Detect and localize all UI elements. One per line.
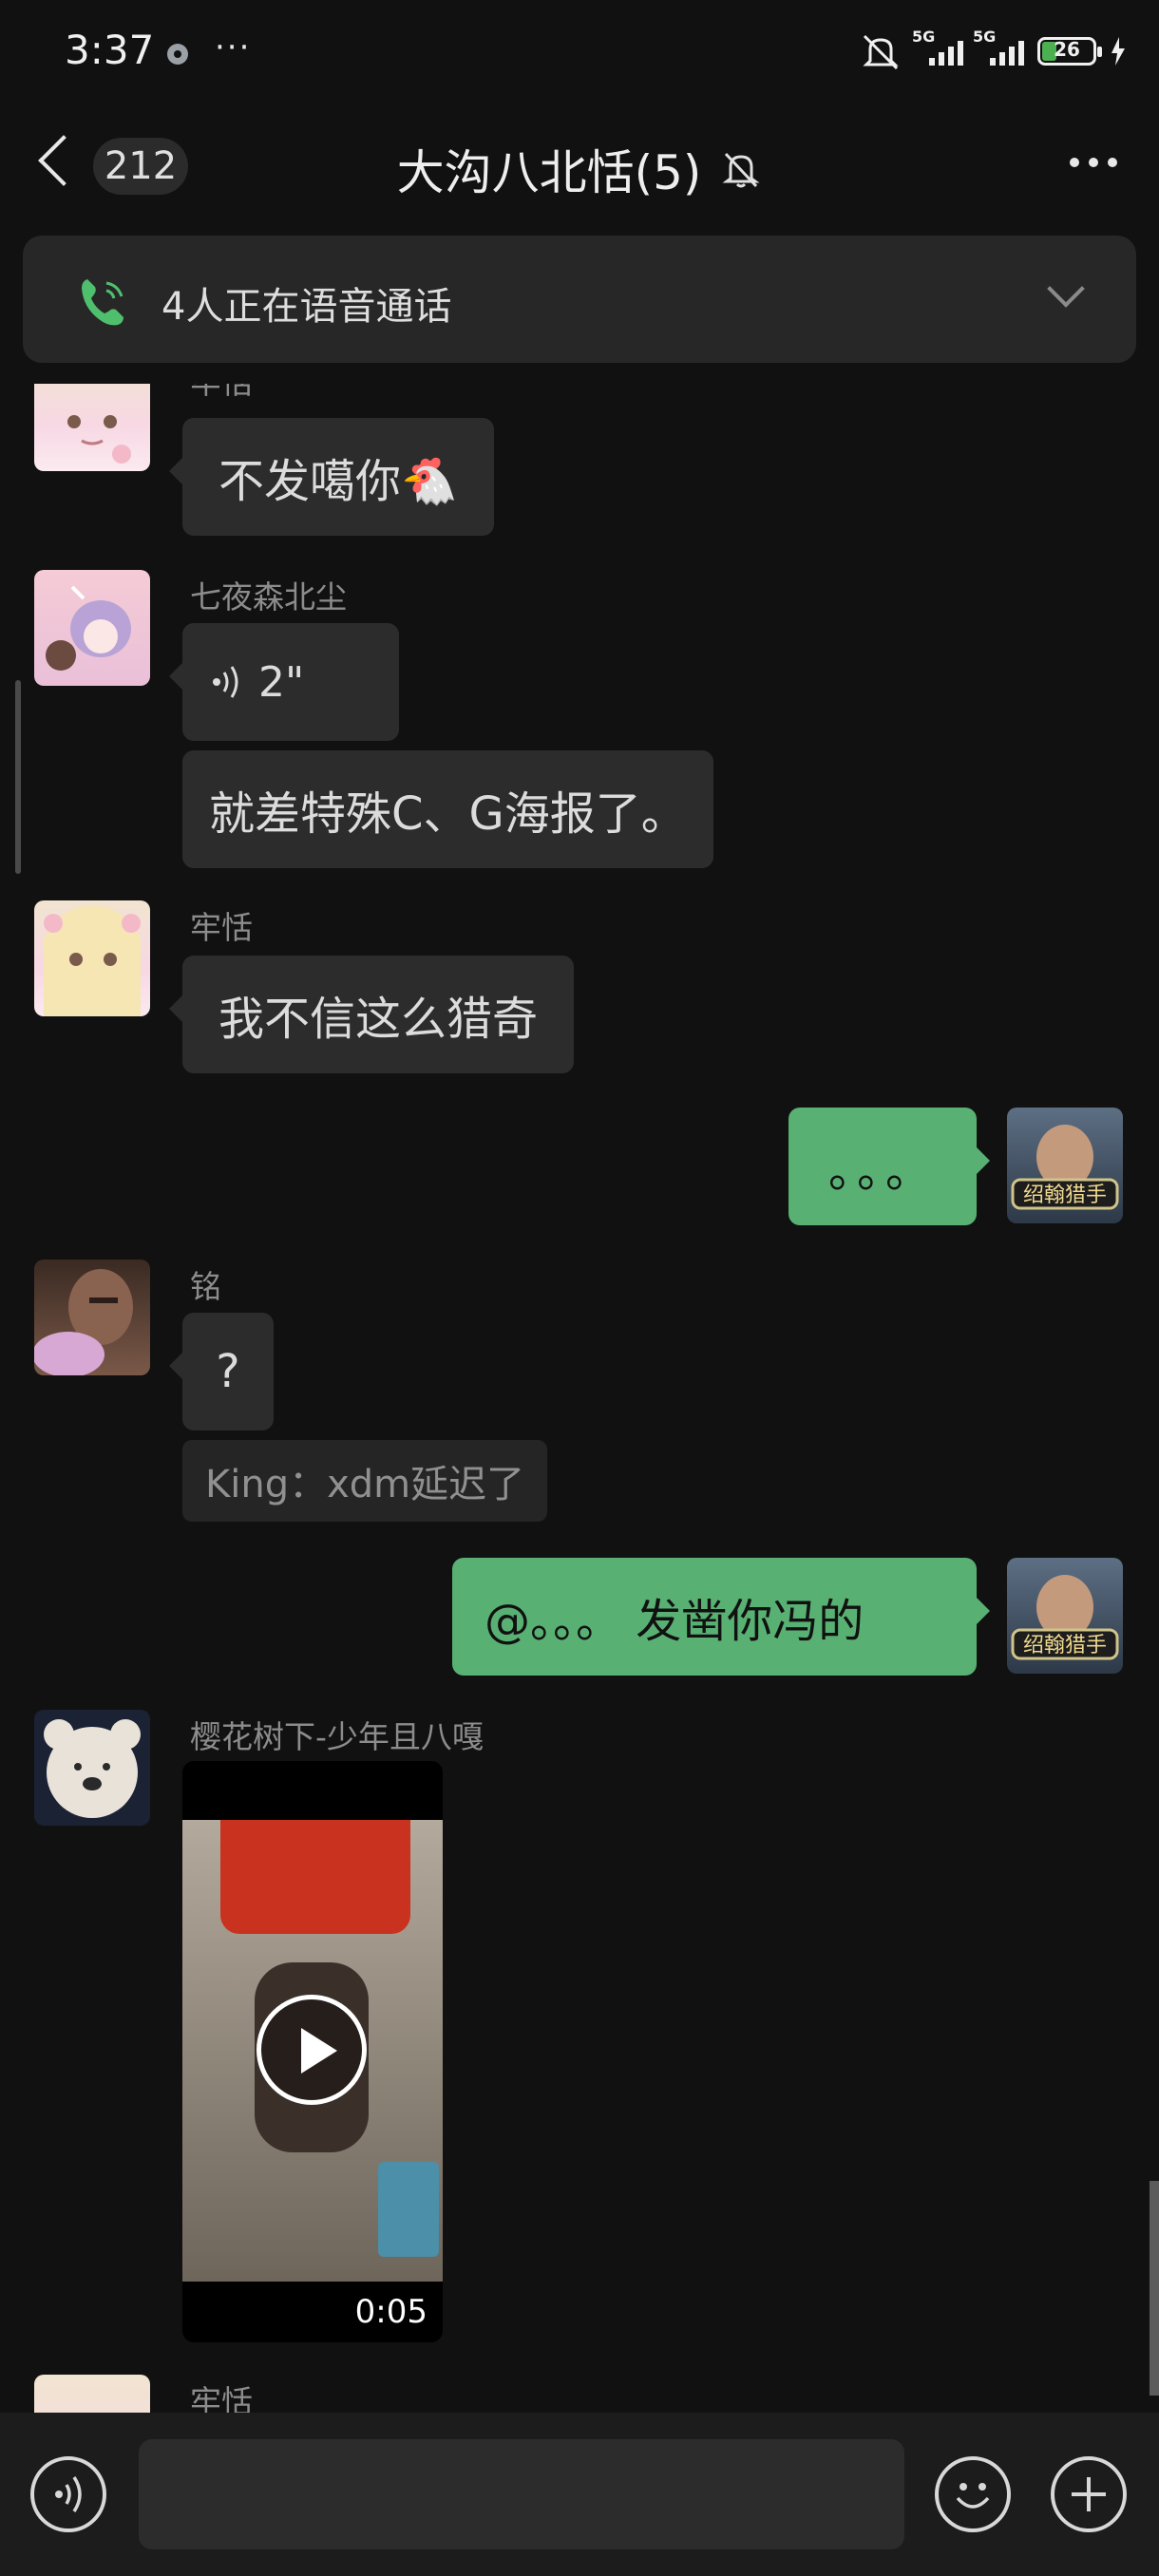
message-bubble[interactable]: 我不信这么猎奇 (168, 956, 575, 1073)
avatar-laotian[interactable] (34, 900, 150, 1016)
charging-icon (1112, 37, 1125, 66)
message-list[interactable]: 牢恬 不发噶你🐔 七夜森北尘 2" 就差特殊C、G海报了。 牢恬 我不信这么猎奇… (0, 384, 1159, 2413)
input-bar (0, 2413, 1159, 2576)
avatar-laotian[interactable] (34, 384, 150, 471)
play-icon[interactable] (256, 1995, 367, 2105)
my-avatar[interactable]: 绍翰猎手 (1007, 1108, 1123, 1223)
voice-call-banner[interactable]: 4人正在语音通话 (23, 236, 1136, 363)
bell-off-icon (722, 152, 760, 188)
avatar-laotian[interactable] (34, 2375, 150, 2413)
sender-name: 牢恬 (190, 909, 253, 946)
status-time: 3:37 (65, 27, 155, 73)
status-more-icon: ··· (215, 28, 252, 66)
sender-name: 樱花树下-少年且八嘎 (190, 1718, 484, 1755)
emoji-button[interactable] (935, 2456, 1011, 2532)
chevron-down-icon[interactable] (1047, 270, 1085, 308)
svg-text:绍翰猎手: 绍翰猎手 (1023, 1184, 1107, 1207)
notification-dot-icon (167, 44, 188, 65)
sender-name: 铭 (190, 1268, 221, 1305)
call-banner-text: 4人正在语音通话 (162, 285, 452, 329)
avatar-ming[interactable] (34, 1260, 150, 1375)
video-duration: 0:05 (354, 2293, 428, 2331)
message-input[interactable] (139, 2439, 904, 2549)
scrollbar-left (15, 680, 21, 874)
voice-duration: 2" (258, 657, 305, 707)
more-icon[interactable] (1070, 158, 1117, 167)
message-bubble[interactable]: 不发噶你🐔 (169, 418, 494, 536)
svg-text:绍翰猎手: 绍翰猎手 (1023, 1634, 1107, 1657)
sender-name: 七夜森北尘 (190, 578, 347, 616)
quoted-message[interactable]: King：xdm延迟了 (182, 1440, 548, 1522)
voice-input-button[interactable] (30, 2456, 106, 2532)
message-bubble[interactable]: ? (169, 1313, 274, 1430)
voice-icon (55, 2476, 82, 2512)
emoji-icon (956, 2483, 990, 2509)
mute-icon (863, 34, 899, 70)
status-indicators: 5G 5G 26 (859, 28, 1127, 70)
voice-message[interactable]: 2" (169, 623, 399, 741)
message-bubble[interactable]: 就差特殊C、G海报了。 (182, 750, 713, 868)
sender-name: 牢恬 (190, 2383, 253, 2413)
voice-icon (213, 666, 238, 698)
signal-icon-1: 5G (912, 28, 963, 66)
signal-icon-2: 5G (973, 28, 1024, 66)
my-avatar[interactable]: 绍翰猎手 (1007, 1558, 1123, 1674)
scrollbar-right[interactable] (1150, 2181, 1159, 2396)
phone-icon (82, 279, 124, 326)
video-message[interactable]: 0:05 (182, 1761, 443, 2342)
plus-icon (1072, 2477, 1106, 2511)
my-message-bubble[interactable]: 。。。 (788, 1108, 990, 1225)
chat-title-text: 大沟八北恬(5) (396, 145, 702, 200)
avatar-yinghua[interactable] (34, 1710, 150, 1826)
my-message-bubble[interactable]: @。。。 发凿你冯的 (452, 1558, 990, 1676)
plus-button[interactable] (1051, 2456, 1127, 2532)
battery-icon: 26 (1037, 37, 1102, 66)
sender-name: 牢恬 (190, 384, 253, 403)
chat-title: 大沟八北恬(5) (0, 135, 1159, 203)
avatar-qiye[interactable] (34, 570, 150, 686)
